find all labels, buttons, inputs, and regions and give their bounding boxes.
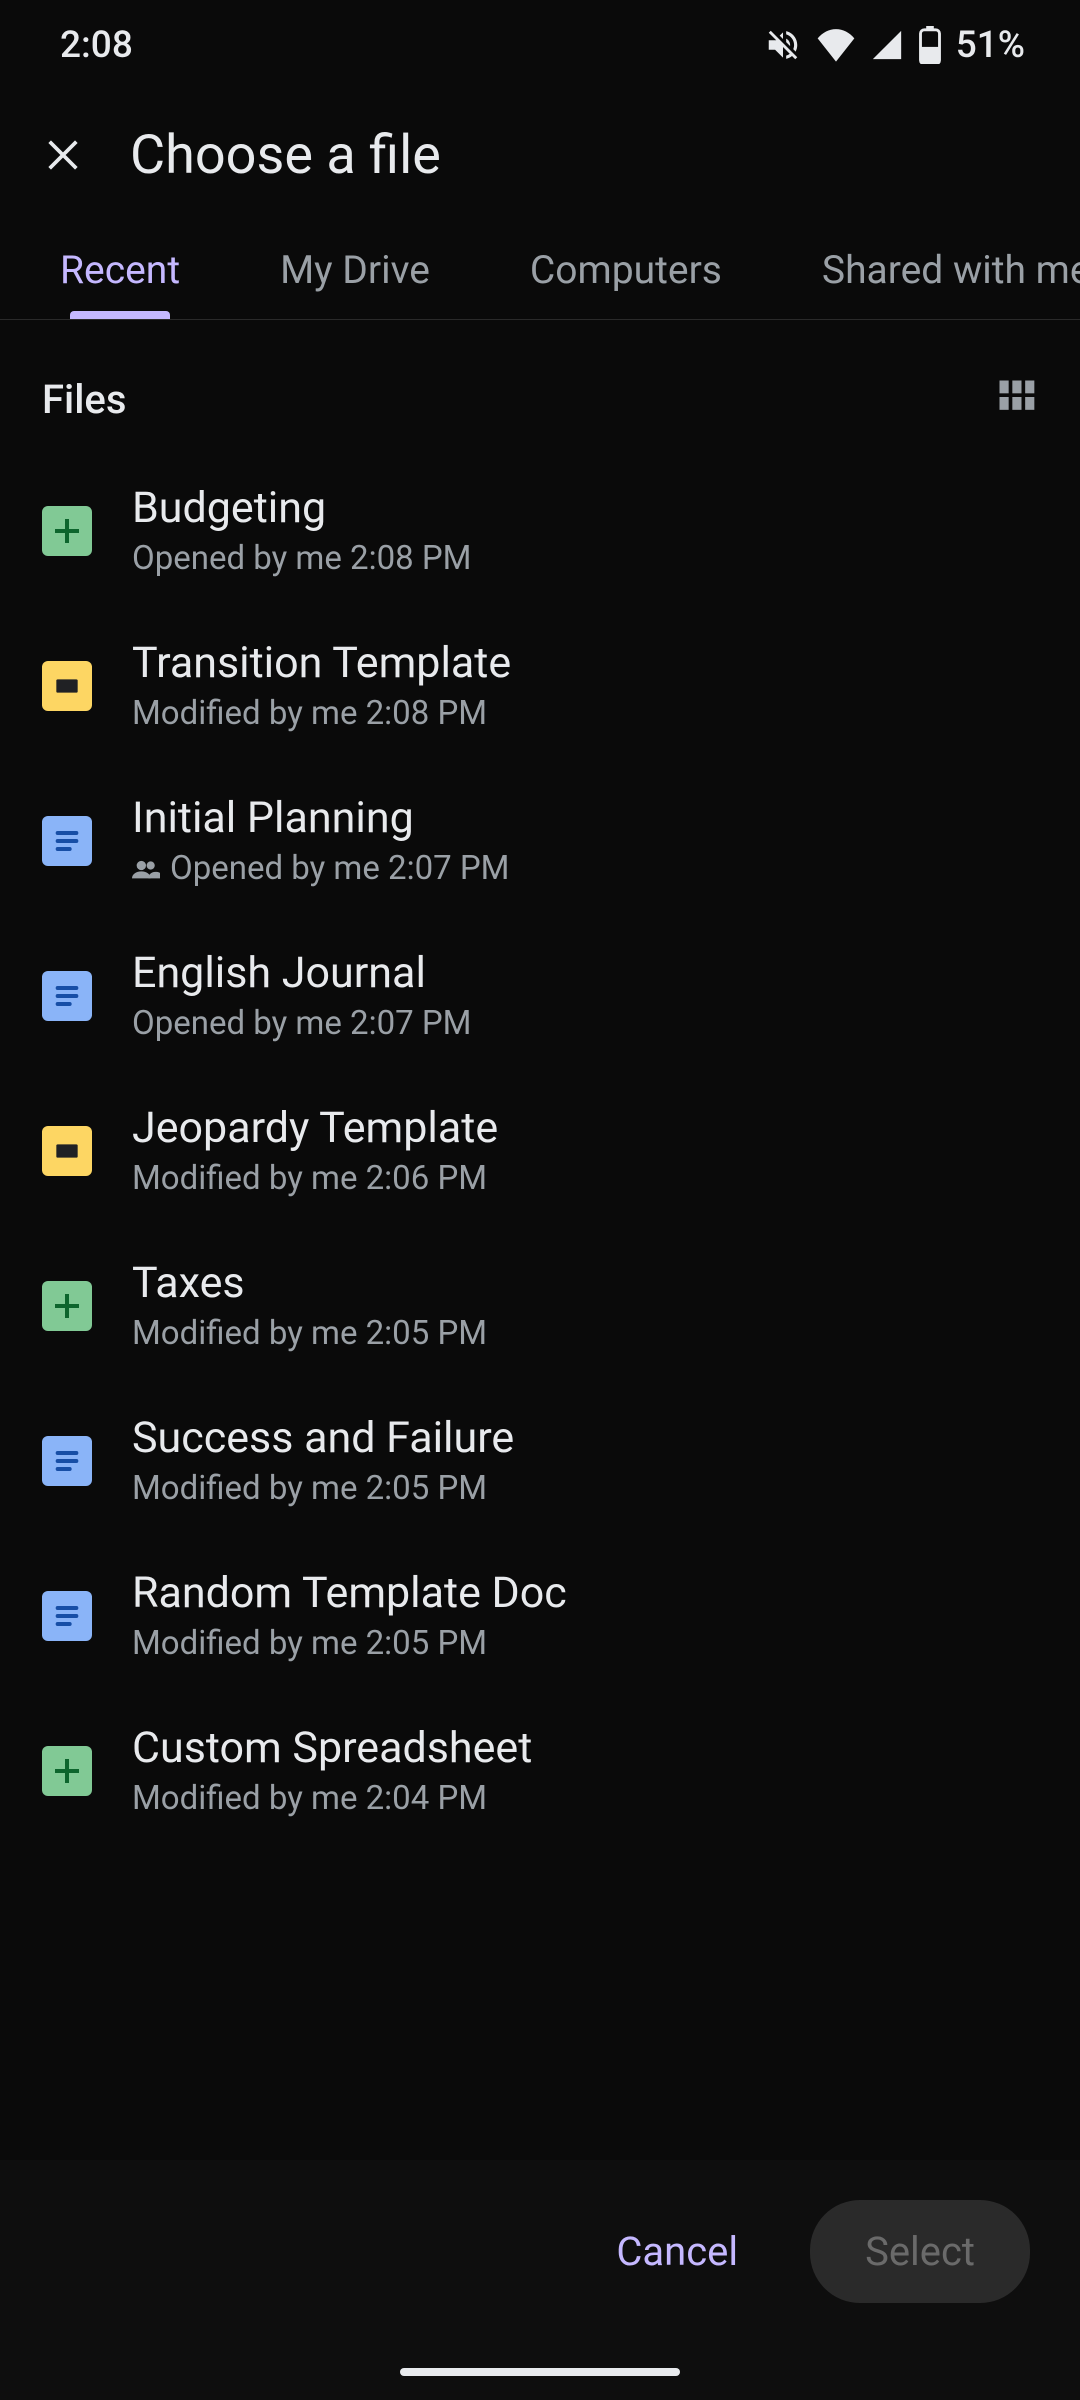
- status-bar: 2:08 51%: [0, 0, 1080, 90]
- docs-icon: [42, 1436, 92, 1486]
- docs-icon: [42, 816, 92, 866]
- status-time: 2:08: [60, 24, 133, 67]
- mute-icon: [764, 26, 802, 64]
- file-item[interactable]: Budgeting Opened by me 2:08 PM: [0, 453, 1080, 608]
- file-name: Random Template Doc: [132, 1568, 567, 1618]
- file-info: Transition Template Modified by me 2:08 …: [132, 638, 511, 733]
- select-button[interactable]: Select: [810, 2200, 1030, 2303]
- slides-icon: [42, 661, 92, 711]
- section-header: Files: [0, 320, 1080, 453]
- grid-view-button[interactable]: [994, 375, 1038, 423]
- docs-icon: [42, 971, 92, 1021]
- file-meta: Modified by me 2:05 PM: [132, 1624, 567, 1663]
- cancel-button[interactable]: Cancel: [574, 2200, 780, 2303]
- file-item[interactable]: English Journal Opened by me 2:07 PM: [0, 918, 1080, 1073]
- signal-icon: [870, 28, 904, 62]
- file-meta: Modified by me 2:08 PM: [132, 694, 511, 733]
- tabs: Recent My Drive Computers Shared with me: [0, 220, 1080, 320]
- file-name: Taxes: [132, 1258, 487, 1308]
- file-meta-text: Opened by me 2:07 PM: [170, 849, 509, 888]
- file-item[interactable]: Jeopardy Template Modified by me 2:06 PM: [0, 1073, 1080, 1228]
- file-item[interactable]: Success and Failure Modified by me 2:05 …: [0, 1383, 1080, 1538]
- battery-icon: [918, 26, 942, 64]
- file-info: Custom Spreadsheet Modified by me 2:04 P…: [132, 1723, 532, 1818]
- file-item[interactable]: Initial Planning Opened by me 2:07 PM: [0, 763, 1080, 918]
- shared-icon: [132, 859, 160, 879]
- file-meta: Opened by me 2:07 PM: [132, 849, 509, 888]
- file-info: Taxes Modified by me 2:05 PM: [132, 1258, 487, 1353]
- file-item[interactable]: Transition Template Modified by me 2:08 …: [0, 608, 1080, 763]
- wifi-icon: [816, 28, 856, 62]
- tab-shared-with-me[interactable]: Shared with me: [772, 220, 1080, 319]
- file-info: Random Template Doc Modified by me 2:05 …: [132, 1568, 567, 1663]
- file-item[interactable]: Custom Spreadsheet Modified by me 2:04 P…: [0, 1693, 1080, 1848]
- close-icon: [43, 135, 83, 175]
- file-name: Custom Spreadsheet: [132, 1723, 532, 1773]
- slides-icon: [42, 1126, 92, 1176]
- file-info: English Journal Opened by me 2:07 PM: [132, 948, 471, 1043]
- file-info: Jeopardy Template Modified by me 2:06 PM: [132, 1103, 498, 1198]
- file-meta: Modified by me 2:05 PM: [132, 1314, 487, 1353]
- file-meta: Modified by me 2:05 PM: [132, 1469, 514, 1508]
- status-icons: 51%: [764, 24, 1025, 67]
- file-meta: Opened by me 2:07 PM: [132, 1004, 471, 1043]
- close-button[interactable]: [40, 132, 86, 178]
- bottom-bar: Cancel Select: [0, 2160, 1080, 2400]
- file-name: Initial Planning: [132, 793, 509, 843]
- sheets-icon: [42, 1281, 92, 1331]
- file-meta: Opened by me 2:08 PM: [132, 539, 471, 578]
- tab-my-drive[interactable]: My Drive: [230, 220, 480, 319]
- page-title: Choose a file: [130, 124, 441, 187]
- file-info: Success and Failure Modified by me 2:05 …: [132, 1413, 514, 1508]
- sheets-icon: [42, 1746, 92, 1796]
- docs-icon: [42, 1591, 92, 1641]
- nav-handle[interactable]: [400, 2368, 680, 2376]
- grid-icon: [994, 375, 1038, 419]
- app-header: Choose a file: [0, 90, 1080, 220]
- battery-percent: 51%: [956, 24, 1025, 67]
- file-item[interactable]: Random Template Doc Modified by me 2:05 …: [0, 1538, 1080, 1693]
- file-info: Initial Planning Opened by me 2:07 PM: [132, 793, 509, 888]
- section-title: Files: [42, 376, 126, 423]
- tab-computers[interactable]: Computers: [480, 220, 772, 319]
- file-name: Budgeting: [132, 483, 471, 533]
- file-meta: Modified by me 2:06 PM: [132, 1159, 498, 1198]
- file-name: English Journal: [132, 948, 471, 998]
- sheets-icon: [42, 506, 92, 556]
- tab-recent[interactable]: Recent: [10, 220, 230, 319]
- file-info: Budgeting Opened by me 2:08 PM: [132, 483, 471, 578]
- file-name: Success and Failure: [132, 1413, 514, 1463]
- file-meta: Modified by me 2:04 PM: [132, 1779, 532, 1818]
- file-list: Budgeting Opened by me 2:08 PM Transitio…: [0, 453, 1080, 1848]
- file-item[interactable]: Taxes Modified by me 2:05 PM: [0, 1228, 1080, 1383]
- file-name: Jeopardy Template: [132, 1103, 498, 1153]
- file-name: Transition Template: [132, 638, 511, 688]
